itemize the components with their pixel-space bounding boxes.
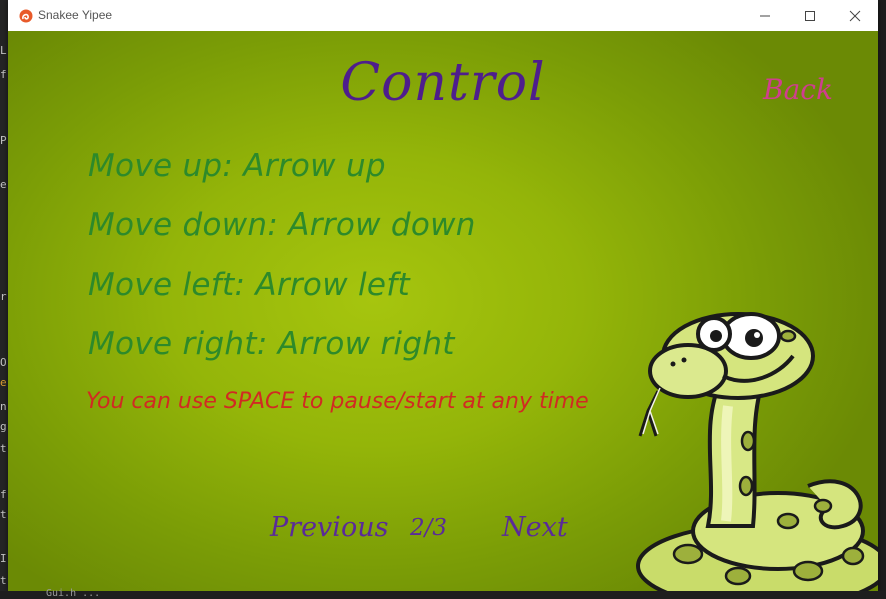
page-indicator: 2/3 [410,515,448,541]
minimize-button[interactable] [742,0,788,31]
game-canvas: Control Back Move up: Arrow up Move down… [8,31,878,591]
maximize-button[interactable] [787,0,833,31]
control-move-up: Move up: Arrow up [88,148,386,184]
background-editor-bottom: Gui.h ... [0,588,886,599]
page-title: Control [340,53,546,113]
next-button[interactable]: Next [502,512,568,543]
control-move-down: Move down: Arrow down [88,207,476,243]
game-window: Snakee Yipee Control Back Move up: Arrow… [8,0,878,591]
minimize-icon [760,15,770,16]
close-icon [849,10,861,21]
close-button[interactable] [832,0,878,31]
previous-button[interactable]: Previous [270,512,388,543]
window-title: Snakee Yipee [38,8,113,22]
snake-app-icon [19,9,33,23]
control-move-left: Move left: Arrow left [88,267,410,303]
title-bar[interactable]: Snakee Yipee [8,0,878,31]
maximize-icon [805,10,815,21]
control-move-right: Move right: Arrow right [88,326,455,362]
snake-mascot-image [636,312,878,591]
background-editor-text: Gui.h ... [46,588,101,599]
pause-tip: You can use SPACE to pause/start at any … [86,389,589,414]
back-button[interactable]: Back [763,73,833,106]
